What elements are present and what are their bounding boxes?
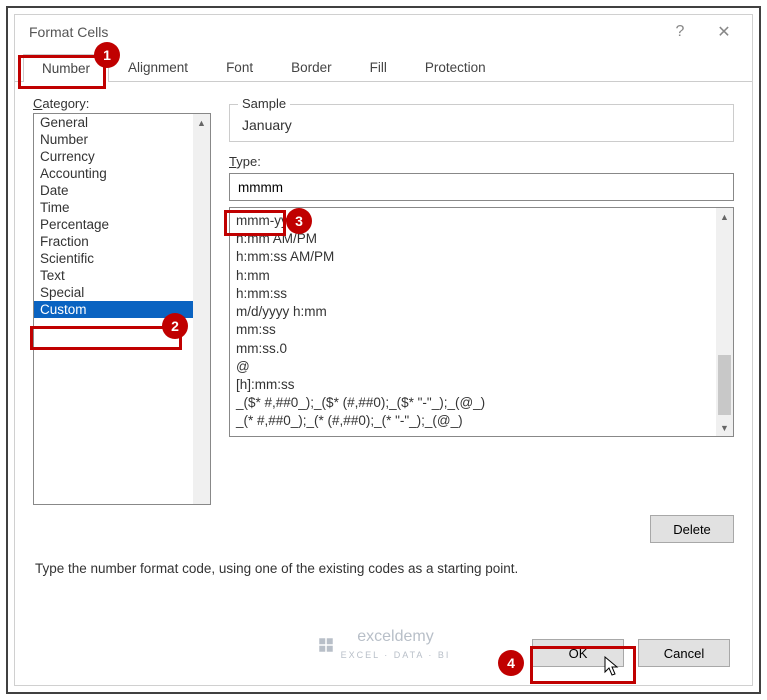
type-item[interactable]: @	[236, 358, 727, 376]
cat-item-time[interactable]: Time	[34, 199, 210, 216]
scroll-down-icon[interactable]: ▼	[716, 419, 733, 436]
cat-item-scientific[interactable]: Scientific	[34, 250, 210, 267]
format-cells-dialog: Format Cells ? ✕ Number Alignment Font B…	[14, 14, 753, 686]
type-item[interactable]: mm:ss	[236, 321, 727, 339]
category-column: Category: General Number Currency Accoun…	[33, 96, 211, 505]
scroll-up-icon[interactable]: ▲	[716, 208, 733, 225]
close-icon[interactable]: ✕	[702, 17, 746, 47]
type-item[interactable]: h:mm AM/PM	[236, 230, 727, 248]
cat-item-currency[interactable]: Currency	[34, 148, 210, 165]
ok-button[interactable]: OK	[532, 639, 624, 667]
cat-item-number[interactable]: Number	[34, 131, 210, 148]
type-item[interactable]: _(* #,##0_);_(* (#,##0);_(* "-"_);_(@_)	[236, 412, 727, 430]
cancel-button[interactable]: Cancel	[638, 639, 730, 667]
type-item[interactable]: mmm-yy	[236, 212, 727, 230]
sample-group: Sample January	[229, 104, 734, 142]
type-item[interactable]: [h]:mm:ss	[236, 376, 727, 394]
watermark-sub: EXCEL · DATA · BI	[341, 650, 451, 660]
type-item[interactable]: h:mm	[236, 267, 727, 285]
delete-row: Delete	[15, 515, 752, 543]
category-scrollbar[interactable]: ▲	[193, 114, 210, 504]
tab-fill[interactable]: Fill	[351, 53, 406, 81]
type-scrollbar[interactable]: ▲ ▼	[716, 208, 733, 436]
scrollbar-thumb[interactable]	[718, 355, 731, 415]
cat-item-text[interactable]: Text	[34, 267, 210, 284]
tab-number[interactable]: Number	[23, 54, 109, 82]
cat-item-accounting[interactable]: Accounting	[34, 165, 210, 182]
type-item[interactable]: h:mm:ss	[236, 285, 727, 303]
sample-value: January	[242, 117, 723, 133]
cat-item-special[interactable]: Special	[34, 284, 210, 301]
sample-legend: Sample	[238, 96, 290, 111]
right-column: Sample January Type: mmm-yy h:mm AM/PM h…	[229, 96, 734, 505]
cat-item-fraction[interactable]: Fraction	[34, 233, 210, 250]
type-item[interactable]: mm:ss.0	[236, 340, 727, 358]
type-item[interactable]: h:mm:ss AM/PM	[236, 248, 727, 266]
type-item[interactable]: m/d/yyyy h:mm	[236, 303, 727, 321]
type-label: Type:	[229, 154, 734, 169]
scroll-up-icon[interactable]: ▲	[193, 114, 210, 131]
titlebar: Format Cells ? ✕	[15, 15, 752, 49]
delete-button[interactable]: Delete	[650, 515, 734, 543]
category-label: Category:	[33, 96, 211, 111]
tab-border[interactable]: Border	[272, 53, 351, 81]
cat-item-date[interactable]: Date	[34, 182, 210, 199]
tab-alignment[interactable]: Alignment	[109, 53, 207, 81]
tab-font[interactable]: Font	[207, 53, 272, 81]
cat-item-percentage[interactable]: Percentage	[34, 216, 210, 233]
watermark-brand: exceldemy	[357, 628, 433, 645]
dialog-title: Format Cells	[29, 24, 108, 40]
help-icon[interactable]: ?	[658, 17, 702, 47]
scrollbar-track[interactable]	[716, 225, 733, 419]
type-input[interactable]	[229, 173, 734, 201]
dialog-content: Category: General Number Currency Accoun…	[15, 82, 752, 505]
cat-item-custom[interactable]: Custom	[34, 301, 210, 318]
type-item[interactable]: _($* #,##0_);_($* (#,##0);_($* "-"_);_(@…	[236, 394, 727, 412]
cat-item-general[interactable]: General	[34, 114, 210, 131]
category-listbox[interactable]: General Number Currency Accounting Date …	[33, 113, 211, 505]
type-list-inner: mmm-yy h:mm AM/PM h:mm:ss AM/PM h:mm h:m…	[230, 208, 733, 435]
watermark-icon	[317, 636, 335, 654]
type-listbox[interactable]: mmm-yy h:mm AM/PM h:mm:ss AM/PM h:mm h:m…	[229, 207, 734, 437]
tabstrip: Number Alignment Font Border Fill Protec…	[15, 53, 752, 82]
helper-text: Type the number format code, using one o…	[15, 543, 752, 576]
dialog-buttons: OK Cancel	[532, 639, 730, 667]
tab-protection[interactable]: Protection	[406, 53, 505, 81]
